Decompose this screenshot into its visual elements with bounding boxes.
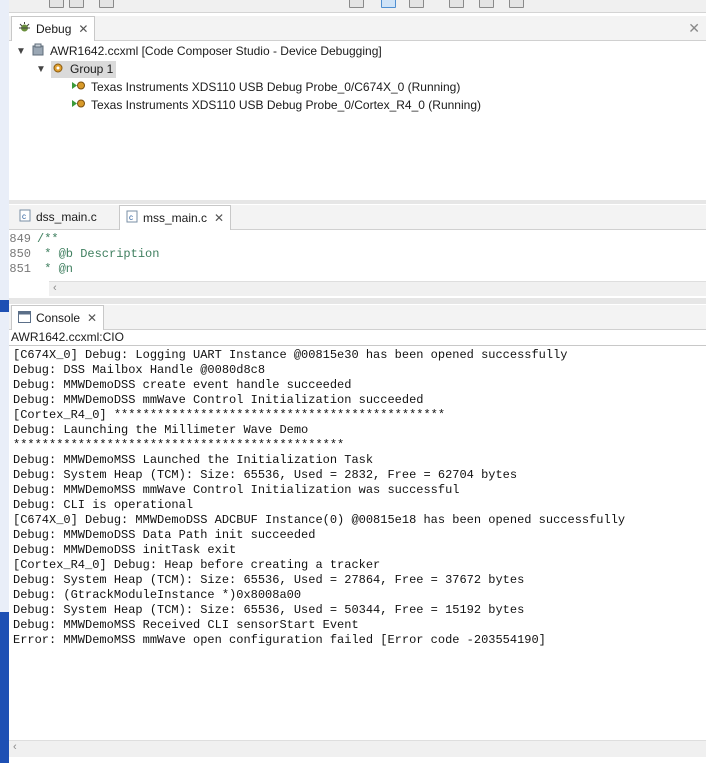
editor-tabbar: c dss_main.c c mss_main.c ✕: [9, 205, 706, 230]
console-line: [Cortex_R4_0] Debug: Heap before creatin…: [13, 558, 381, 572]
chevron-left-icon[interactable]: ‹: [53, 282, 57, 294]
toolbar-icon[interactable]: [449, 0, 464, 8]
line-number: 849: [9, 232, 31, 246]
line-number: 850: [9, 247, 31, 261]
console-line: ****************************************…: [13, 438, 345, 452]
chevron-down-icon[interactable]: ▼: [35, 64, 47, 75]
tab-label: mss_main.c: [143, 211, 208, 225]
tab-label: dss_main.c: [36, 210, 97, 224]
console-line: Debug: MMWDemoMSS Launched the Initializ…: [13, 453, 374, 467]
console-session-label: AWR1642.ccxml:CIO: [9, 330, 706, 346]
toolbar-icon[interactable]: [99, 0, 114, 8]
code-editor[interactable]: 849 /** 850 * @b Description 851 * @n: [9, 230, 706, 278]
sash[interactable]: [9, 298, 706, 304]
console-line: Debug: System Heap (TCM): Size: 65536, U…: [13, 468, 518, 482]
debug-view: Debug ✕ ✕ ▼ AWR1642.ccxml [Code Composer…: [9, 16, 706, 200]
sash[interactable]: [9, 200, 706, 204]
tree-core-label: Texas Instruments XDS110 USB Debug Probe…: [91, 98, 481, 112]
toolbar-icon[interactable]: [409, 0, 424, 8]
console-line: Debug: System Heap (TCM): Size: 65536, U…: [13, 603, 525, 617]
toolbar-icon[interactable]: [381, 0, 396, 8]
svg-text:c: c: [22, 212, 26, 221]
tree-core-label: Texas Instruments XDS110 USB Debug Probe…: [91, 80, 461, 94]
svg-text:c: c: [129, 213, 133, 222]
toolbar-icon[interactable]: [49, 0, 64, 8]
device-config-icon: [31, 43, 45, 60]
running-core-icon: [71, 79, 86, 95]
close-x-icon[interactable]: ✕: [78, 22, 88, 36]
console-output[interactable]: [C674X_0] Debug: Logging UART Instance @…: [13, 348, 703, 733]
tree-item-core[interactable]: Texas Instruments XDS110 USB Debug Probe…: [71, 96, 481, 114]
toolbar-icon[interactable]: [509, 0, 524, 8]
chevron-down-icon[interactable]: ▼: [15, 46, 27, 57]
console-line: [C674X_0] Debug: Logging UART Instance @…: [13, 348, 568, 362]
console-line: Error: MMWDemoMSS mmWave open configurat…: [13, 633, 546, 647]
tree-item-core[interactable]: Texas Instruments XDS110 USB Debug Probe…: [71, 78, 460, 96]
console-line: Debug: MMWDemoDSS Data Path init succeed…: [13, 528, 316, 542]
console-header: Console ✕: [9, 305, 706, 330]
close-x-icon[interactable]: ✕: [87, 311, 97, 325]
c-source-file-icon: c: [126, 210, 138, 226]
tree-item-group[interactable]: ▼ Group 1: [35, 60, 117, 78]
toolbar-icon[interactable]: [479, 0, 494, 8]
console-line: Debug: DSS Mailbox Handle @0080d8c8: [13, 363, 266, 377]
console-line: Debug: MMWDemoMSS Received CLI sensorSta…: [13, 618, 359, 632]
toolbar-icon[interactable]: [349, 0, 364, 8]
console-tabbar: Console ✕: [9, 305, 706, 330]
console-icon: [18, 310, 31, 326]
debug-tabbar: Debug ✕ ✕: [9, 16, 706, 41]
console-line: Debug: MMWDemoDSS initTask exit: [13, 543, 237, 557]
console-line: Debug: CLI is operational: [13, 498, 194, 512]
tab-console-label: Console: [36, 311, 81, 325]
code-line: /**: [37, 232, 59, 246]
console-line: Debug: MMWDemoDSS mmWave Control Initial…: [13, 393, 424, 407]
console-line: Debug: System Heap (TCM): Size: 65536, U…: [13, 573, 525, 587]
console-line: Debug: MMWDemoDSS create event handle su…: [13, 378, 352, 392]
pin-icon[interactable]: ✕: [688, 20, 700, 37]
console-line: [C674X_0] Debug: MMWDemoDSS ADCBUF Insta…: [13, 513, 626, 527]
editor-horizontal-scrollbar[interactable]: ‹: [49, 281, 706, 296]
chevron-left-icon[interactable]: ‹: [13, 741, 17, 753]
code-line: * @b Description: [37, 247, 160, 261]
tree-root-label: AWR1642.ccxml [Code Composer Studio - De…: [50, 44, 382, 58]
tab-mss-main[interactable]: c mss_main.c ✕: [119, 205, 232, 230]
line-number: 851: [9, 262, 31, 276]
console-line: Debug: MMWDemoMSS mmWave Control Initial…: [13, 483, 460, 497]
running-core-icon: [71, 97, 86, 113]
group-gear-icon: [51, 61, 65, 78]
debug-bug-icon: [18, 21, 31, 37]
close-x-icon[interactable]: ✕: [214, 211, 224, 225]
c-source-file-icon: c: [19, 209, 31, 225]
tab-dss-main[interactable]: c dss_main.c: [13, 205, 103, 229]
tab-console[interactable]: Console ✕: [11, 305, 105, 330]
tab-debug-label: Debug: [36, 22, 72, 36]
editor-area: c dss_main.c c mss_main.c ✕ 849 /** 850 *…: [9, 205, 706, 297]
console-line: Debug: Launching the Millimeter Wave Dem…: [13, 423, 309, 437]
tab-debug[interactable]: Debug ✕: [11, 16, 96, 41]
console-horizontal-scrollbar[interactable]: ‹: [9, 740, 706, 757]
toolbar-icon[interactable]: [69, 0, 84, 8]
console-line: Debug: (GtrackModuleInstance *)0x8008a00: [13, 588, 302, 602]
main-toolbar: [9, 0, 706, 13]
console-line: [Cortex_R4_0] **************************…: [13, 408, 446, 422]
tree-item-root[interactable]: ▼ AWR1642.ccxml [Code Composer Studio - …: [15, 42, 382, 60]
code-line: * @n: [37, 262, 74, 276]
tree-group-label: Group 1: [70, 62, 114, 76]
background-window-strip: [0, 0, 9, 763]
